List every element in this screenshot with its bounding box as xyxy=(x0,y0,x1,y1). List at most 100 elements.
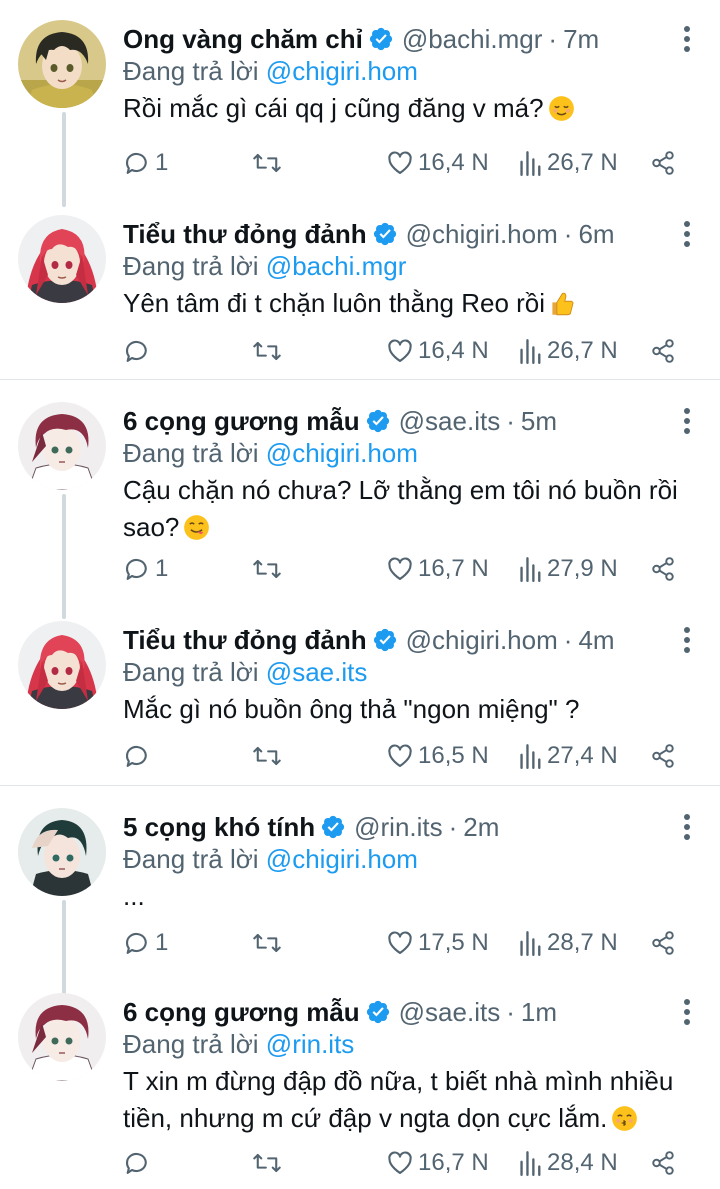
views-button[interactable]: 28,4 N xyxy=(519,1143,618,1183)
tweet-header: 5 cọng khó tính @rin.its · 2m xyxy=(123,810,499,844)
reply-button[interactable]: 1 xyxy=(123,143,168,183)
like-button[interactable]: 16,5 N xyxy=(386,736,489,776)
retweet-button[interactable] xyxy=(252,736,286,776)
display-name[interactable]: Ong vàng chăm chỉ xyxy=(123,24,363,55)
share-button[interactable] xyxy=(650,549,676,589)
retweet-button[interactable] xyxy=(252,923,286,963)
display-name[interactable]: 5 cọng khó tính xyxy=(123,812,315,843)
avatar[interactable] xyxy=(18,402,106,490)
like-count: 17,5 N xyxy=(418,929,489,956)
views-button[interactable]: 26,7 N xyxy=(519,143,618,183)
user-handle[interactable]: @sae.its xyxy=(399,406,501,437)
avatar[interactable] xyxy=(18,20,106,108)
reply-mention-link[interactable]: @chigiri.hom xyxy=(266,56,418,86)
tweet[interactable]: 6 cọng gương mẫu @sae.its · 1m Đang trả … xyxy=(0,973,720,1189)
replying-to: Đang trả lời @rin.its xyxy=(123,1029,354,1061)
views-button[interactable]: 27,9 N xyxy=(519,549,618,589)
display-name[interactable]: 6 cọng gương mẫu xyxy=(123,406,360,437)
reply-button[interactable]: 1 xyxy=(123,923,168,963)
share-icon xyxy=(652,1151,674,1175)
replying-to: Đang trả lời @chigiri.hom xyxy=(123,56,418,88)
like-button[interactable]: 16,7 N xyxy=(386,1143,489,1183)
views-button[interactable]: 26,7 N xyxy=(519,331,618,371)
display-name[interactable]: Tiểu thư đỏng đảnh xyxy=(123,625,367,656)
reply-button[interactable] xyxy=(123,736,155,776)
avatar[interactable] xyxy=(18,808,106,896)
separator-dot: · xyxy=(563,624,573,655)
timestamp[interactable]: 2m xyxy=(463,812,499,843)
more-options-icon[interactable] xyxy=(682,406,692,436)
retweet-button[interactable] xyxy=(252,143,286,183)
replying-to-label: Đang trả lời xyxy=(123,657,259,687)
timestamp[interactable]: 6m xyxy=(578,219,614,250)
views-button[interactable]: 28,7 N xyxy=(519,923,618,963)
share-icon xyxy=(652,931,674,955)
more-options-icon[interactable] xyxy=(682,219,692,249)
like-button[interactable]: 16,4 N xyxy=(386,331,489,371)
avatar[interactable] xyxy=(18,215,106,303)
tweet-actions: 16,7 N 28,4 N xyxy=(0,1143,720,1183)
display-name[interactable]: Tiểu thư đỏng đảnh xyxy=(123,219,367,250)
reply-mention-link[interactable]: @chigiri.hom xyxy=(266,438,418,468)
avatar[interactable] xyxy=(18,621,106,709)
reply-mention-link[interactable]: @sae.its xyxy=(266,657,368,687)
separator-dot: · xyxy=(506,405,515,436)
verified-badge-icon xyxy=(372,221,398,247)
share-icon xyxy=(652,339,674,363)
timestamp[interactable]: 7m xyxy=(563,24,599,55)
share-icon xyxy=(652,557,674,581)
retweet-button[interactable] xyxy=(252,549,286,589)
share-button[interactable] xyxy=(650,143,676,183)
avatar-chigiri-image xyxy=(18,215,106,303)
user-handle[interactable]: @chigiri.hom xyxy=(406,219,558,250)
tweet[interactable]: 6 cọng gương mẫu @sae.its · 5m Đang trả … xyxy=(0,382,720,619)
more-options-icon[interactable] xyxy=(682,24,692,54)
retweet-icon xyxy=(253,933,281,953)
views-button[interactable]: 27,4 N xyxy=(519,736,618,776)
retweet-button[interactable] xyxy=(252,331,286,371)
like-button[interactable]: 16,7 N xyxy=(386,549,489,589)
reply-mention-link[interactable]: @rin.its xyxy=(266,1029,355,1059)
tweet-actions: 16,4 N 26,7 N xyxy=(0,331,720,371)
timestamp[interactable]: 1m xyxy=(521,997,557,1028)
retweet-icon xyxy=(253,559,281,579)
view-count: 26,7 N xyxy=(547,149,618,176)
user-handle[interactable]: @bachi.mgr xyxy=(402,24,543,55)
display-name[interactable]: 6 cọng gương mẫu xyxy=(123,997,360,1028)
like-button[interactable]: 16,4 N xyxy=(386,143,489,183)
tweet[interactable]: 5 cọng khó tính @rin.its · 2m Đang trả l… xyxy=(0,788,720,997)
user-handle[interactable]: @sae.its xyxy=(399,997,501,1028)
timestamp[interactable]: 4m xyxy=(578,625,614,656)
reply-mention-link[interactable]: @chigiri.hom xyxy=(266,844,418,874)
avatar-bachira-image xyxy=(18,20,106,108)
reply-icon xyxy=(126,152,147,174)
reply-button[interactable] xyxy=(123,1143,155,1183)
tweet[interactable]: Ong vàng chăm chỉ @bachi.mgr · 7m Đang t… xyxy=(0,0,720,207)
tweet[interactable]: Tiểu thư đỏng đảnh @chigiri.hom · 6m Đan… xyxy=(0,195,720,380)
reply-mention-link[interactable]: @bachi.mgr xyxy=(266,251,407,281)
verified-badge-icon xyxy=(320,814,346,840)
tweet[interactable]: Tiểu thư đỏng đảnh @chigiri.hom · 4m Đan… xyxy=(0,601,720,786)
more-options-icon[interactable] xyxy=(682,812,692,842)
share-button[interactable] xyxy=(650,331,676,371)
share-button[interactable] xyxy=(650,1143,676,1183)
tweet-text: T xin m đừng đập đồ nữa, t biết nhà mình… xyxy=(123,1063,698,1137)
reply-button[interactable]: 1 xyxy=(123,549,168,589)
user-handle[interactable]: @rin.its xyxy=(354,812,443,843)
replying-to-label: Đang trả lời xyxy=(123,844,259,874)
more-options-icon[interactable] xyxy=(682,997,692,1027)
views-chart-icon xyxy=(520,1151,541,1176)
views-chart-icon xyxy=(520,151,541,176)
share-button[interactable] xyxy=(650,923,676,963)
timestamp[interactable]: 5m xyxy=(521,406,557,437)
like-button[interactable]: 17,5 N xyxy=(386,923,489,963)
share-button[interactable] xyxy=(650,736,676,776)
reply-button[interactable] xyxy=(123,331,155,371)
retweet-button[interactable] xyxy=(252,1143,286,1183)
avatar[interactable] xyxy=(18,993,106,1081)
tweet-body: ... xyxy=(123,881,145,911)
reply-icon xyxy=(126,1152,147,1174)
user-handle[interactable]: @chigiri.hom xyxy=(406,625,558,656)
more-options-icon[interactable] xyxy=(682,625,692,655)
retweet-icon xyxy=(253,341,281,361)
